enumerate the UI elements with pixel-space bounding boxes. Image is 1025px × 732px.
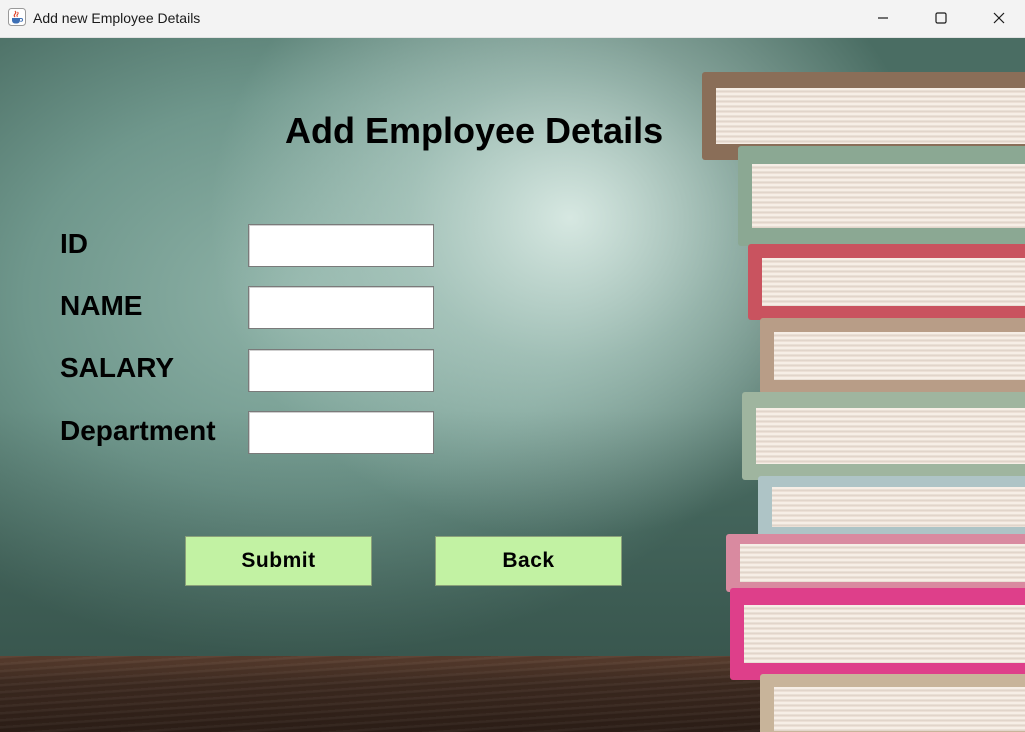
maximize-button[interactable] [912,0,970,36]
form-heading: Add Employee Details [285,110,664,151]
java-cup-icon [8,8,26,26]
submit-button[interactable]: Submit [185,536,372,586]
book [748,244,1025,320]
book [760,318,1025,394]
book [726,534,1025,592]
minimize-icon [877,12,889,24]
salary-input[interactable] [248,349,434,392]
book [742,392,1025,480]
app-window: Add new Employee Details Add Employee De… [0,0,1025,732]
maximize-icon [935,12,947,24]
id-label: ID [60,228,88,259]
name-input[interactable] [248,286,434,329]
close-icon [993,12,1005,24]
id-input[interactable] [248,224,434,267]
book [760,674,1025,732]
minimize-button[interactable] [854,0,912,36]
book [730,588,1025,680]
book-stack-image [690,38,1025,732]
form-panel: Add Employee Details ID NAME SALARY Depa… [0,38,1025,732]
book [758,476,1025,538]
window-title: Add new Employee Details [33,10,201,26]
name-label: NAME [60,290,143,321]
title-bar[interactable]: Add new Employee Details [0,0,1025,38]
close-button[interactable] [970,0,1025,36]
book [738,146,1025,246]
salary-label: SALARY [60,352,175,383]
department-label: Department [60,415,216,446]
department-input[interactable] [248,411,434,454]
back-button[interactable]: Back [435,536,622,586]
